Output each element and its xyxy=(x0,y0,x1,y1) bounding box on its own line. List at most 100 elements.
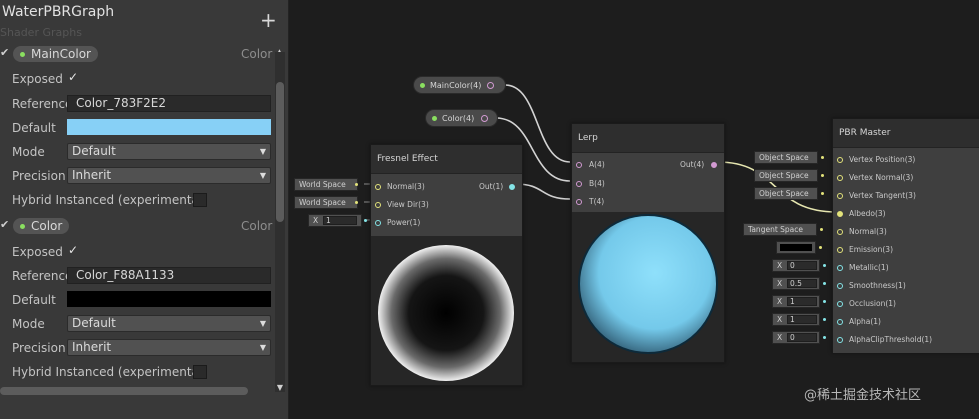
input-port-icon[interactable] xyxy=(837,175,843,181)
port-b[interactable]: B(4) xyxy=(576,179,605,188)
input-port-icon[interactable] xyxy=(837,337,843,343)
vertex-position-space-input[interactable]: Object Space xyxy=(754,151,818,164)
input-port-icon[interactable] xyxy=(576,181,582,187)
property-dot-icon xyxy=(432,116,437,121)
node-ports: Vertex Position(3) Vertex Normal(3) Vertex… xyxy=(833,148,979,353)
axis-label: X xyxy=(777,279,783,288)
input-port-icon[interactable] xyxy=(576,162,582,168)
node-title: PBR Master xyxy=(833,119,979,148)
port-label: Alpha(1) xyxy=(849,317,881,326)
value-field[interactable]: 0 xyxy=(787,261,817,270)
connector-dot-icon xyxy=(355,201,358,204)
port-10[interactable]: Alpha(1) xyxy=(837,317,881,326)
connector-dot-icon xyxy=(823,318,826,321)
port-out[interactable]: Out(4) xyxy=(680,160,717,169)
value-field[interactable]: 1 xyxy=(787,297,817,306)
port-3[interactable]: Vertex Tangent(3) xyxy=(837,191,916,200)
port-1[interactable]: Vertex Position(3) xyxy=(837,155,915,164)
watermark-text: @稀土掘金技术社区 xyxy=(804,388,922,403)
alpha-clip-value-input[interactable]: X0 xyxy=(772,331,820,344)
value-field[interactable]: 1 xyxy=(323,216,357,225)
space-label: Object Space xyxy=(759,171,809,180)
maincolor-property-node[interactable]: MainColor(4) xyxy=(413,76,506,94)
lerp-preview xyxy=(572,212,724,362)
port-5[interactable]: Normal(3) xyxy=(837,227,887,236)
input-port-icon[interactable] xyxy=(837,319,843,325)
node-title: Lerp xyxy=(572,124,724,153)
port-out[interactable]: Out(1) xyxy=(479,182,515,191)
port-4[interactable]: Albedo(3) xyxy=(837,209,886,218)
output-port-icon[interactable] xyxy=(711,162,717,168)
node-title: Fresnel Effect xyxy=(371,145,522,174)
input-port-icon[interactable] xyxy=(837,211,843,217)
space-label: World Space xyxy=(299,180,346,189)
output-port-icon[interactable] xyxy=(481,115,488,122)
axis-label: X xyxy=(777,333,783,342)
axis-label: X xyxy=(313,216,319,225)
output-port-icon[interactable] xyxy=(487,82,494,89)
input-port-icon[interactable] xyxy=(837,157,843,163)
input-port-icon[interactable] xyxy=(375,184,381,190)
connector-dot-icon xyxy=(364,219,367,222)
port-label: Out(1) xyxy=(479,182,504,191)
alpha-value-input[interactable]: X1 xyxy=(772,313,820,326)
input-port-icon[interactable] xyxy=(375,202,381,208)
axis-label: X xyxy=(777,315,783,324)
occlusion-value-input[interactable]: X1 xyxy=(772,295,820,308)
connector-dot-icon xyxy=(819,246,822,249)
port-label: Normal(3) xyxy=(849,227,887,236)
fresnel-preview-sphere xyxy=(378,245,514,381)
connector-dot-icon xyxy=(823,264,826,267)
color-property-node[interactable]: Color(4) xyxy=(425,109,498,127)
input-port-icon[interactable] xyxy=(837,283,843,289)
pbr-master-node[interactable]: PBR Master Vertex Position(3) Vertex Norm… xyxy=(832,118,979,353)
connector-dot-icon xyxy=(823,282,826,285)
port-label: Vertex Tangent(3) xyxy=(849,191,916,200)
port-6[interactable]: Emission(3) xyxy=(837,245,893,254)
fresnel-preview xyxy=(371,236,522,385)
value-field[interactable]: 0.5 xyxy=(787,279,817,288)
input-port-icon[interactable] xyxy=(837,247,843,253)
node-label: Color(4) xyxy=(442,114,475,123)
smoothness-value-input[interactable]: X 0.5 xyxy=(772,277,820,290)
output-port-icon[interactable] xyxy=(509,184,515,190)
normal-space-input[interactable]: Tangent Space xyxy=(743,223,817,236)
viewdir-space-input[interactable]: World Space xyxy=(294,196,358,209)
connector-dot-icon xyxy=(821,192,824,195)
fresnel-effect-node[interactable]: Fresnel Effect Normal(3) View Dir(3) Pow… xyxy=(370,144,523,386)
input-port-icon[interactable] xyxy=(375,220,381,226)
port-normal[interactable]: Normal(3) xyxy=(375,182,425,191)
lerp-node[interactable]: Lerp A(4) B(4) T(4) Out(4) xyxy=(571,123,725,363)
port-9[interactable]: Occlusion(1) xyxy=(837,299,896,308)
vertex-normal-space-input[interactable]: Object Space xyxy=(754,169,818,182)
port-view-dir[interactable]: View Dir(3) xyxy=(375,200,429,209)
port-a[interactable]: A(4) xyxy=(576,160,605,169)
connector-dot-icon xyxy=(355,183,358,186)
port-power[interactable]: Power(1) xyxy=(375,218,420,227)
axis-label: X xyxy=(777,297,783,306)
value-field[interactable]: 0 xyxy=(787,333,817,342)
space-label: Tangent Space xyxy=(748,225,803,234)
emission-color-fill xyxy=(780,244,812,251)
input-port-icon[interactable] xyxy=(837,229,843,235)
port-label: Occlusion(1) xyxy=(849,299,896,308)
value-field[interactable]: 1 xyxy=(787,315,817,324)
node-ports: Normal(3) View Dir(3) Power(1) Out(1) xyxy=(371,174,522,236)
emission-color-swatch[interactable] xyxy=(776,241,816,254)
input-port-icon[interactable] xyxy=(837,193,843,199)
normal-space-input[interactable]: World Space xyxy=(294,178,358,191)
port-11[interactable]: AlphaClipThreshold(1) xyxy=(837,335,932,344)
vertex-tangent-space-input[interactable]: Object Space xyxy=(754,187,818,200)
input-port-icon[interactable] xyxy=(576,199,582,205)
port-t[interactable]: T(4) xyxy=(576,197,604,206)
power-value-input[interactable]: X1 xyxy=(308,214,362,227)
metallic-value-input[interactable]: X0 xyxy=(772,259,820,272)
port-8[interactable]: Smoothness(1) xyxy=(837,281,906,290)
port-label: Smoothness(1) xyxy=(849,281,906,290)
input-port-icon[interactable] xyxy=(837,265,843,271)
input-port-icon[interactable] xyxy=(837,301,843,307)
connector-dot-icon xyxy=(823,336,826,339)
wire-fresnel-lerp-t xyxy=(515,183,571,200)
port-2[interactable]: Vertex Normal(3) xyxy=(837,173,913,182)
port-7[interactable]: Metallic(1) xyxy=(837,263,889,272)
